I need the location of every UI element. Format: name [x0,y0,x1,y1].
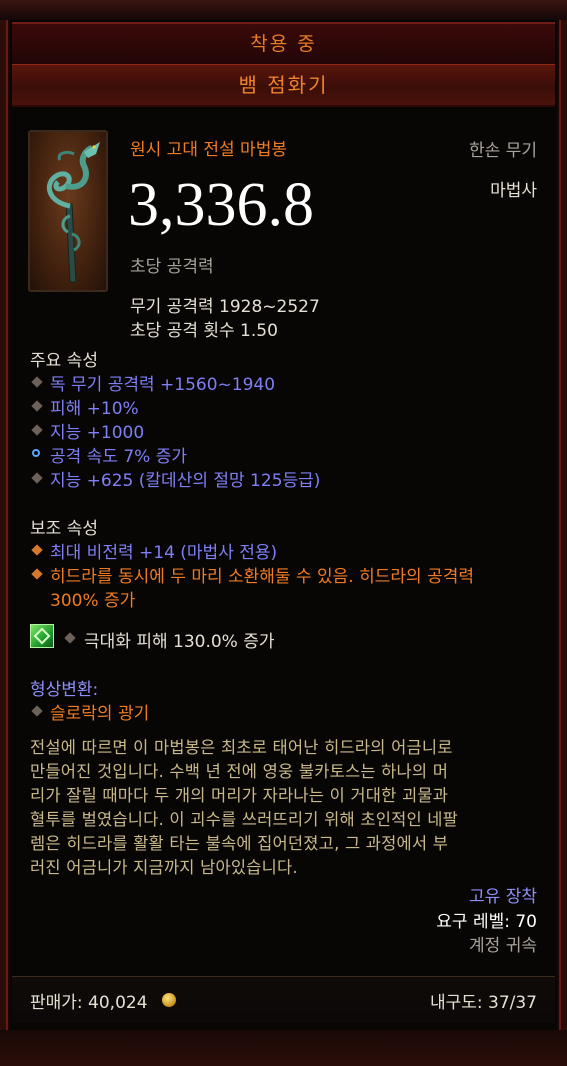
green-gem-icon [30,624,54,648]
primary-title: 주요 속성 [30,351,98,371]
primary-stat: 공격 속도 7% 증가 [50,447,188,467]
secondary-stat: 히드라를 동시에 두 마리 소환해둘 수 있음. 히드라의 공격력 [50,567,474,587]
bottom-ornament [0,1030,567,1066]
enchant-ring-icon [32,449,40,457]
sell-value: 판매가: 40,024 [30,993,148,1013]
account-bound: 계정 귀속 [469,936,537,956]
attacks-per-second: 초당 공격 횟수 1.50 [130,321,278,341]
item-class: 마법사 [490,181,537,201]
weapon-damage: 무기 공격력 1928~2527 [130,297,320,317]
item-slot: 한손 무기 [469,141,537,161]
primary-stat: 피해 +10% [50,399,139,419]
required-level: 요구 레벨: 70 [436,912,537,932]
lore-line: 렘은 히드라를 활활 타는 불속에 집어던졌고, 그 과정에서 부 [30,834,449,853]
equipped-banner: 착용 중 [12,22,555,65]
primary-stat: 지능 +625 (칼데산의 절망 125등급) [50,471,321,491]
item-name-banner: 뱀 점화기 [12,64,555,107]
dps-value: 3,336.8 [128,171,314,239]
primary-stat: 지능 +1000 [50,423,145,443]
lore-line: 리가 잘릴 때마다 두 개의 머리가 자라나는 이 거대한 괴물과 [30,786,449,805]
dps-label: 초당 공격력 [130,257,214,277]
transmog-value: 슬로락의 광기 [50,704,150,724]
secondary-title: 보조 속성 [30,519,98,539]
gem-socket-text: 극대화 피해 130.0% 증가 [84,632,275,652]
gold-coin-icon [162,993,176,1007]
lore-line: 혈투를 벌였습니다. 이 괴수를 쓰러뜨리기 위해 초인적인 네팔 [30,810,459,829]
primary-stat: 독 무기 공격력 +1560~1940 [50,375,276,395]
lore-line: 러진 어금니가 지금까지 남아있습니다. [30,858,298,877]
item-quality-type: 원시 고대 전설 마법봉 [130,140,287,160]
top-ornament [0,0,567,20]
serpent-wand-icon [28,130,108,292]
transmog-title: 형상변환: [30,680,99,700]
durability: 내구도: 37/37 [429,993,537,1013]
lore-line: 전설에 따르면 이 마법봉은 최초로 태어난 히드라의 어금니로 [30,738,453,757]
secondary-stat: 300% 증가 [50,591,136,611]
lore-line: 만들어진 것입니다. 수백 년 전에 영웅 불카토스는 하나의 머 [30,762,449,781]
secondary-stat: 최대 비전력 +14 (마법사 전용) [50,543,278,563]
binding-type: 고유 장착 [469,887,537,907]
